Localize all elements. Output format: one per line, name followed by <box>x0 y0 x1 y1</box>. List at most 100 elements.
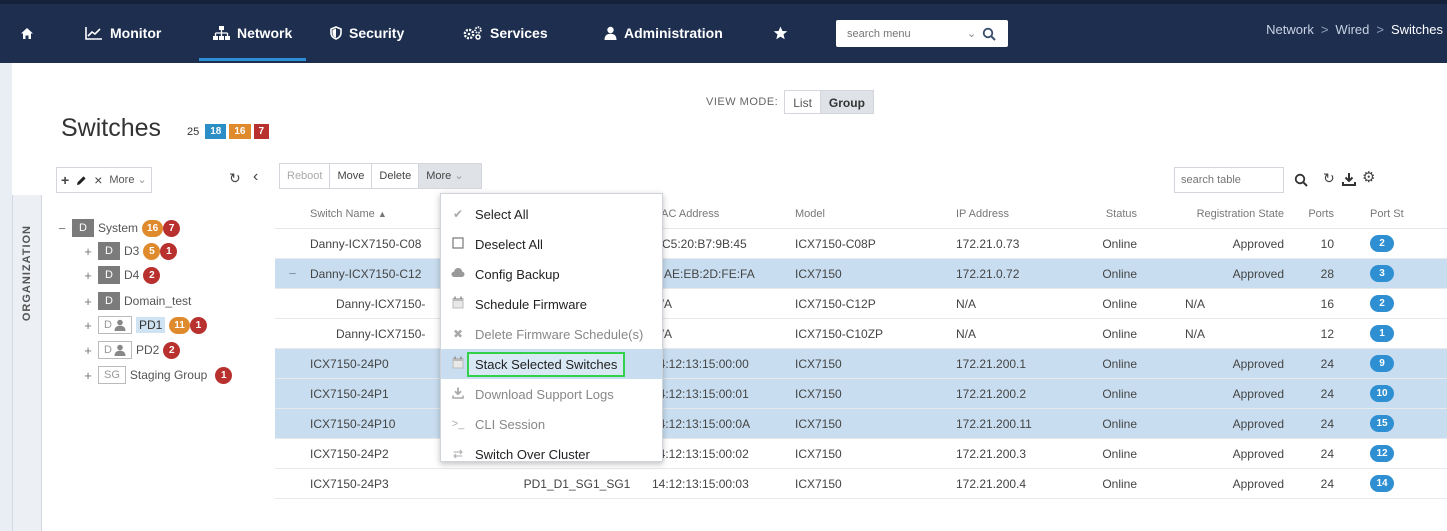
refresh-icon[interactable]: ↻ <box>1323 170 1335 187</box>
cell-mac-address: 0:C5:20:B7:9B:45 <box>652 236 747 251</box>
expand-icon[interactable]: + <box>82 368 94 383</box>
tree-node-domain-test[interactable]: + D Domain_test <box>82 291 191 311</box>
online-count-badge: 18 <box>205 124 227 139</box>
gear-icon[interactable]: ⚙ <box>1362 168 1375 186</box>
cell-registration-state: Approved <box>1232 386 1284 401</box>
port-status-badge[interactable]: 2 <box>1370 235 1394 252</box>
menu-item-schedule-firmware[interactable]: Schedule Firmware <box>441 289 662 319</box>
search-icon[interactable] <box>1294 173 1308 187</box>
more-button[interactable]: More ⌄ <box>419 163 483 189</box>
download-icon[interactable] <box>1342 172 1356 186</box>
tree-more-button[interactable]: More ⌄ <box>109 168 146 192</box>
tree-node-d3[interactable]: + D D3 5 1 <box>82 241 178 261</box>
more-dropdown-menu: ✔ Select All Deselect All Config Backup S… <box>440 193 663 462</box>
warning-badge: 16 <box>142 219 164 237</box>
cell-status: Online <box>1102 386 1137 401</box>
cell-registration-state: Approved <box>1232 236 1284 251</box>
reboot-button[interactable]: Reboot <box>279 163 331 189</box>
delete-button[interactable]: Delete <box>372 163 420 189</box>
tree-node-staging-group[interactable]: + SG Staging Group 1 <box>82 365 233 385</box>
menu-item-label: Delete Firmware Schedule(s) <box>475 326 644 342</box>
port-status-badge[interactable]: 3 <box>1370 265 1394 282</box>
cell-ip-address: N/A <box>956 326 977 341</box>
cell-registration-state: Approved <box>1232 266 1284 281</box>
cell-model: ICX7150-C12P <box>795 296 876 311</box>
menu-item-label: Schedule Firmware <box>475 296 587 312</box>
close-icon[interactable]: × <box>94 168 102 192</box>
search-menu-input[interactable] <box>845 22 963 45</box>
favorites-button[interactable] <box>773 22 788 44</box>
chevron-down-icon[interactable]: ⌄ <box>967 27 976 40</box>
expand-icon[interactable]: + <box>82 244 94 259</box>
tree-node-d4[interactable]: + D D4 2 <box>82 265 161 285</box>
expand-icon[interactable]: + <box>82 343 94 358</box>
menu-item-cli-session[interactable]: >_ CLI Session <box>441 409 662 439</box>
cell-ports: 12 <box>1320 326 1334 341</box>
warning-badge: 11 <box>169 316 190 334</box>
menu-item-download-support-logs[interactable]: Download Support Logs <box>441 379 662 409</box>
header-registration-state[interactable]: Registration State <box>1169 208 1284 220</box>
port-status-badge[interactable]: 9 <box>1370 355 1394 372</box>
tree-node-pd1[interactable]: + D PD1 11 1 <box>82 315 207 335</box>
search-icon[interactable] <box>982 27 996 41</box>
menu-item-switch-over-cluster[interactable]: ⇄ Switch Over Cluster <box>441 439 662 469</box>
header-ip-address[interactable]: IP Address <box>956 208 1093 220</box>
domain-icon: D <box>98 266 120 284</box>
menu-item-stack-selected-switches[interactable]: Stack Selected Switches <box>441 349 662 379</box>
cell-ports: 24 <box>1320 476 1334 491</box>
collapse-left-icon[interactable]: ‹ <box>253 168 258 186</box>
port-status-badge[interactable]: 2 <box>1370 295 1394 312</box>
header-model[interactable]: Model <box>795 208 956 220</box>
nav-security[interactable]: Security <box>330 22 404 44</box>
header-ports[interactable]: Ports <box>1292 208 1350 220</box>
home-button[interactable] <box>20 22 34 44</box>
header-mac-address[interactable]: MAC Address <box>652 208 795 220</box>
header-port-status[interactable]: Port St <box>1370 208 1430 220</box>
table-row[interactable]: ICX7150-24P3 PD1_D1_SG1_SG1 14:12:13:15:00… <box>275 469 1447 499</box>
tree-more-label: More <box>109 174 135 186</box>
tree-node-pd2[interactable]: + D PD2 2 <box>82 340 181 360</box>
nav-administration[interactable]: Administration <box>604 22 723 44</box>
line-chart-icon <box>85 27 102 40</box>
menu-item-select-all[interactable]: ✔ Select All <box>441 199 662 229</box>
header-switch-name-label: Switch Name <box>310 207 375 220</box>
view-mode-group-button[interactable]: Group <box>820 90 874 114</box>
tree-node-system[interactable]: − D System 16 7 <box>56 218 181 238</box>
breadcrumb-network[interactable]: Network <box>1266 22 1314 37</box>
tree-node-label: D4 <box>124 268 140 282</box>
cell-switch-name: ICX7150-24P3 <box>310 476 389 491</box>
expand-icon[interactable]: + <box>82 294 94 309</box>
cell-model: ICX7150 <box>795 446 842 461</box>
tree-node-label: Staging Group <box>129 368 208 382</box>
port-status-badge[interactable]: 10 <box>1370 385 1394 402</box>
nav-security-label: Security <box>349 25 405 41</box>
cell-status: Online <box>1102 266 1137 281</box>
cell-registration-state: N/A <box>1185 326 1206 341</box>
search-table-input[interactable] <box>1175 168 1283 192</box>
header-status[interactable]: Status <box>1093 208 1137 220</box>
view-mode-list-button[interactable]: List <box>784 90 821 114</box>
port-status-badge[interactable]: 12 <box>1370 445 1394 462</box>
organization-sidebar[interactable]: ORGANIZATION <box>12 195 42 531</box>
add-icon[interactable]: + <box>61 168 69 192</box>
expand-icon[interactable]: + <box>82 318 94 333</box>
pencil-icon[interactable] <box>76 175 87 186</box>
nav-network[interactable]: Network <box>198 22 307 61</box>
menu-item-config-backup[interactable]: Config Backup <box>441 259 662 289</box>
error-badge: 7 <box>163 219 181 237</box>
domain-icon: D <box>98 316 132 334</box>
nav-services[interactable]: Services <box>463 22 548 44</box>
menu-item-deselect-all[interactable]: Deselect All <box>441 229 662 259</box>
chevron-down-icon: ⌄ <box>454 170 464 182</box>
menu-item-delete-firmware-schedule[interactable]: ✖ Delete Firmware Schedule(s) <box>441 319 662 349</box>
port-status-badge[interactable]: 15 <box>1370 415 1394 432</box>
port-status-badge[interactable]: 14 <box>1370 475 1394 492</box>
port-status-badge[interactable]: 1 <box>1370 325 1394 342</box>
row-expand-toggle[interactable]: − <box>275 266 310 281</box>
breadcrumb-wired[interactable]: Wired <box>1335 22 1369 37</box>
refresh-icon[interactable]: ↻ <box>229 170 241 187</box>
move-button[interactable]: Move <box>330 163 373 189</box>
nav-monitor[interactable]: Monitor <box>85 22 161 44</box>
expand-icon[interactable]: + <box>82 268 94 283</box>
collapse-icon[interactable]: − <box>56 221 68 236</box>
